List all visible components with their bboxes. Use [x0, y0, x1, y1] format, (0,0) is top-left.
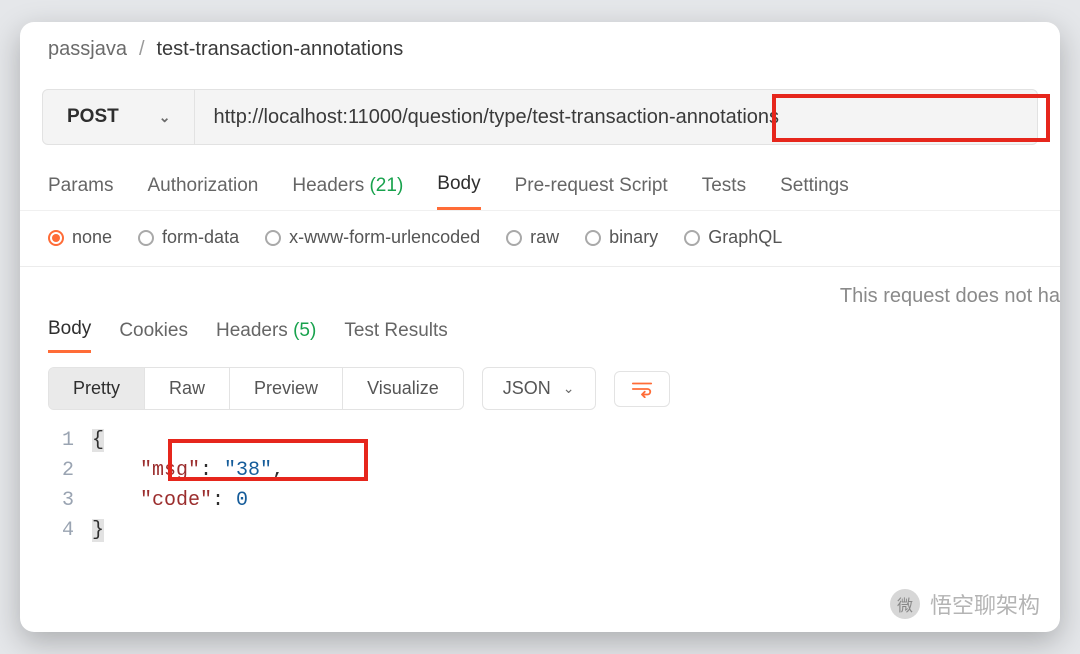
resp-tab-headers[interactable]: Headers (5) [216, 320, 316, 352]
radio-icon [265, 230, 281, 246]
method-select[interactable]: POST ⌄ [43, 90, 195, 144]
body-type-binary[interactable]: binary [585, 227, 658, 248]
postman-window: passjava / test-transaction-annotations … [20, 22, 1060, 632]
watermark-text: 悟空聊架构 [930, 588, 1040, 620]
view-visualize[interactable]: Visualize [343, 368, 463, 409]
json-val-msg: "38" [224, 459, 272, 482]
resp-tab-headers-count: (5) [293, 320, 316, 341]
watermark: 微 悟空聊架构 [890, 588, 1040, 620]
format-label: JSON [503, 378, 551, 399]
body-type-form-data[interactable]: form-data [138, 227, 239, 248]
wrap-icon [631, 380, 653, 398]
request-tabs: Params Authorization Headers (21) Body P… [20, 173, 1060, 211]
breadcrumb-separator: / [139, 38, 145, 61]
radio-icon [138, 230, 154, 246]
resp-tab-headers-label: Headers [216, 320, 288, 341]
body-type-label: none [72, 227, 112, 248]
body-type-graphql[interactable]: GraphQL [684, 227, 782, 248]
view-preview[interactable]: Preview [230, 368, 343, 409]
body-type-label: GraphQL [708, 227, 782, 248]
body-type-row: none form-data x-www-form-urlencoded raw… [20, 211, 1060, 267]
wrap-lines-button[interactable] [614, 371, 670, 407]
response-body-editor[interactable]: 1 { 2 "msg": "38", 3 "code": 0 4 } [20, 420, 1060, 556]
tab-prerequest[interactable]: Pre-request Script [515, 175, 668, 209]
close-brace: } [92, 519, 104, 542]
body-type-label: x-www-form-urlencoded [289, 227, 480, 248]
view-pretty[interactable]: Pretty [49, 368, 145, 409]
open-brace: { [92, 429, 104, 452]
line-number: 2 [48, 456, 92, 486]
tab-headers[interactable]: Headers (21) [292, 175, 403, 209]
radio-icon [48, 230, 64, 246]
json-key-msg: "msg" [140, 459, 200, 482]
breadcrumb-current[interactable]: test-transaction-annotations [157, 38, 404, 61]
tab-tests[interactable]: Tests [702, 175, 746, 209]
url-input-wrap [195, 90, 1037, 144]
body-type-urlencoded[interactable]: x-www-form-urlencoded [265, 227, 480, 248]
body-type-none[interactable]: none [48, 227, 112, 248]
line-number: 3 [48, 486, 92, 516]
body-type-label: raw [530, 227, 559, 248]
wechat-icon: 微 [890, 589, 920, 619]
chevron-down-icon: ⌄ [159, 109, 171, 126]
format-select[interactable]: JSON ⌄ [482, 367, 596, 410]
resp-tab-cookies[interactable]: Cookies [119, 320, 188, 352]
view-toolbar: Pretty Raw Preview Visualize JSON ⌄ [20, 353, 1060, 420]
tab-params[interactable]: Params [48, 175, 113, 209]
response-tabs: Body Cookies Headers (5) Test Results [20, 318, 1060, 353]
tab-authorization[interactable]: Authorization [147, 175, 258, 209]
tab-settings[interactable]: Settings [780, 175, 849, 209]
body-type-label: form-data [162, 227, 239, 248]
chevron-down-icon: ⌄ [563, 380, 575, 397]
radio-icon [585, 230, 601, 246]
line-number: 1 [48, 426, 92, 456]
body-type-label: binary [609, 227, 658, 248]
request-url-bar: POST ⌄ [42, 89, 1038, 145]
body-type-raw[interactable]: raw [506, 227, 559, 248]
breadcrumb-workspace[interactable]: passjava [48, 38, 127, 61]
resp-tab-body[interactable]: Body [48, 318, 91, 353]
tab-headers-label: Headers [292, 175, 364, 196]
resp-tab-testresults[interactable]: Test Results [344, 320, 447, 352]
view-mode-segmented: Pretty Raw Preview Visualize [48, 367, 464, 410]
url-input[interactable] [213, 106, 1019, 129]
no-body-message: This request does not ha [20, 267, 1060, 308]
json-val-code: 0 [236, 489, 248, 512]
method-label: POST [67, 106, 119, 128]
radio-icon [506, 230, 522, 246]
breadcrumb: passjava / test-transaction-annotations [20, 22, 1060, 71]
line-number: 4 [48, 516, 92, 546]
tab-body[interactable]: Body [437, 173, 480, 210]
view-raw[interactable]: Raw [145, 368, 230, 409]
tab-headers-count: (21) [369, 175, 403, 196]
json-key-code: "code" [140, 489, 212, 512]
radio-icon [684, 230, 700, 246]
